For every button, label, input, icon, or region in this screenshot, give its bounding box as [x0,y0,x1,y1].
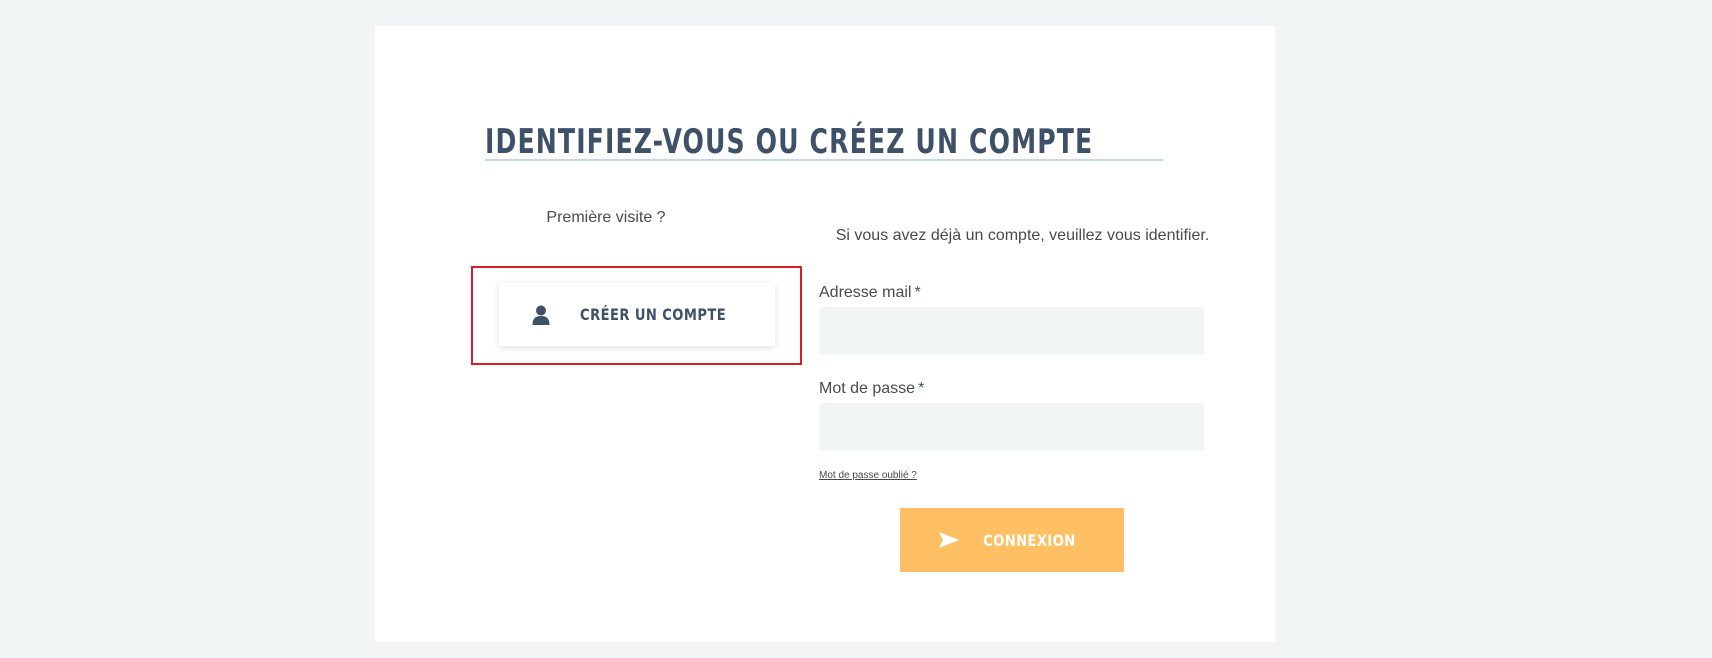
forgot-password-link[interactable]: Mot de passe oublié ? [819,470,917,481]
create-account-button[interactable]: CRÉER UN COMPTE [499,283,775,346]
email-label: Adresse mail * [819,282,921,304]
new-account-section: Première visite ? [461,206,751,230]
password-label-text: Mot de passe [819,380,916,397]
login-card: IDENTIFIEZ-VOUS OU CRÉEZ UN COMPTE Premi… [375,26,1275,642]
send-icon [938,532,959,548]
password-label: Mot de passe * [819,378,924,400]
password-input[interactable] [819,403,1204,451]
login-button[interactable]: CONNEXION [900,508,1124,572]
title-underline [485,159,1163,161]
create-account-label: CRÉER UN COMPTE [579,305,727,324]
new-account-intro: Première visite ? [546,209,666,226]
email-label-text: Adresse mail [819,284,912,301]
login-label: CONNEXION [982,530,1076,550]
email-input[interactable] [819,307,1204,355]
login-intro: Si vous avez déjà un compte, veuillez vo… [835,227,1210,244]
required-marker: * [918,380,925,397]
user-icon [532,305,550,325]
required-marker: * [914,284,921,301]
